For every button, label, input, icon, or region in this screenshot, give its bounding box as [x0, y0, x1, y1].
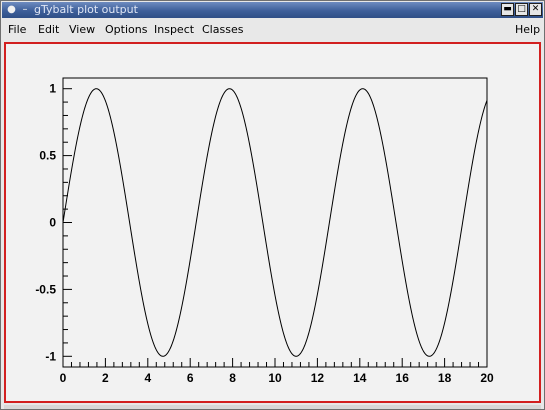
x-tick-label: 4: [144, 371, 151, 385]
x-tick-label: 20: [480, 371, 494, 385]
y-axis-tick-labels: -1 -0.5 0 0.5 1: [35, 82, 56, 364]
y-tick-label: 0: [49, 216, 56, 230]
x-tick-label: 2: [102, 371, 109, 385]
window-menu-icon[interactable]: ●: [5, 3, 18, 16]
window-title: gTybalt plot output: [34, 3, 138, 16]
y-tick-label: -1: [45, 349, 56, 363]
x-tick-label: 14: [353, 371, 367, 385]
menu-file[interactable]: File: [8, 20, 26, 40]
x-tick-label: 16: [396, 371, 410, 385]
minimize-icon[interactable]: ▬: [501, 3, 514, 16]
x-tick-label: 10: [268, 371, 282, 385]
x-axis-ticks: [62, 358, 488, 367]
maximize-icon[interactable]: □: [515, 3, 528, 16]
menu-view[interactable]: View: [69, 20, 95, 40]
series-line: [62, 88, 488, 357]
title-bar[interactable]: ● – gTybalt plot output ▬ □ ✕: [2, 2, 543, 18]
app-window: ● – gTybalt plot output ▬ □ ✕ File Edit …: [0, 0, 545, 410]
menu-bar: File Edit View Options Inspect Classes H…: [2, 20, 543, 40]
x-axis-tick-labels: 0 2 4 6 8 10 12 14 16 18 20: [60, 371, 494, 385]
window-shade-icon[interactable]: –: [19, 3, 31, 16]
menu-edit[interactable]: Edit: [38, 20, 59, 40]
x-tick-label: 8: [229, 371, 236, 385]
y-tick-label: 0.5: [39, 149, 56, 163]
menu-inspect[interactable]: Inspect: [154, 20, 194, 40]
plot-canvas[interactable]: 0 2 4 6 8 10 12 14 16 18 20 -1 -0.5 0 0.5 1: [4, 42, 541, 403]
y-tick-label: 1: [49, 82, 56, 96]
x-tick-label: 12: [311, 371, 325, 385]
x-tick-label: 0: [60, 371, 67, 385]
menu-classes[interactable]: Classes: [202, 20, 243, 40]
sine-plot: 0 2 4 6 8 10 12 14 16 18 20 -1 -0.5 0 0.5 1: [35, 77, 494, 385]
close-icon[interactable]: ✕: [529, 3, 542, 16]
y-tick-label: -0.5: [35, 282, 56, 296]
y-axis-ticks: [63, 88, 72, 357]
x-tick-label: 6: [187, 371, 194, 385]
plot-frame: [62, 77, 488, 368]
menu-options[interactable]: Options: [105, 20, 147, 40]
menu-help[interactable]: Help: [515, 20, 540, 40]
status-strip: [4, 405, 541, 409]
x-tick-label: 18: [438, 371, 452, 385]
